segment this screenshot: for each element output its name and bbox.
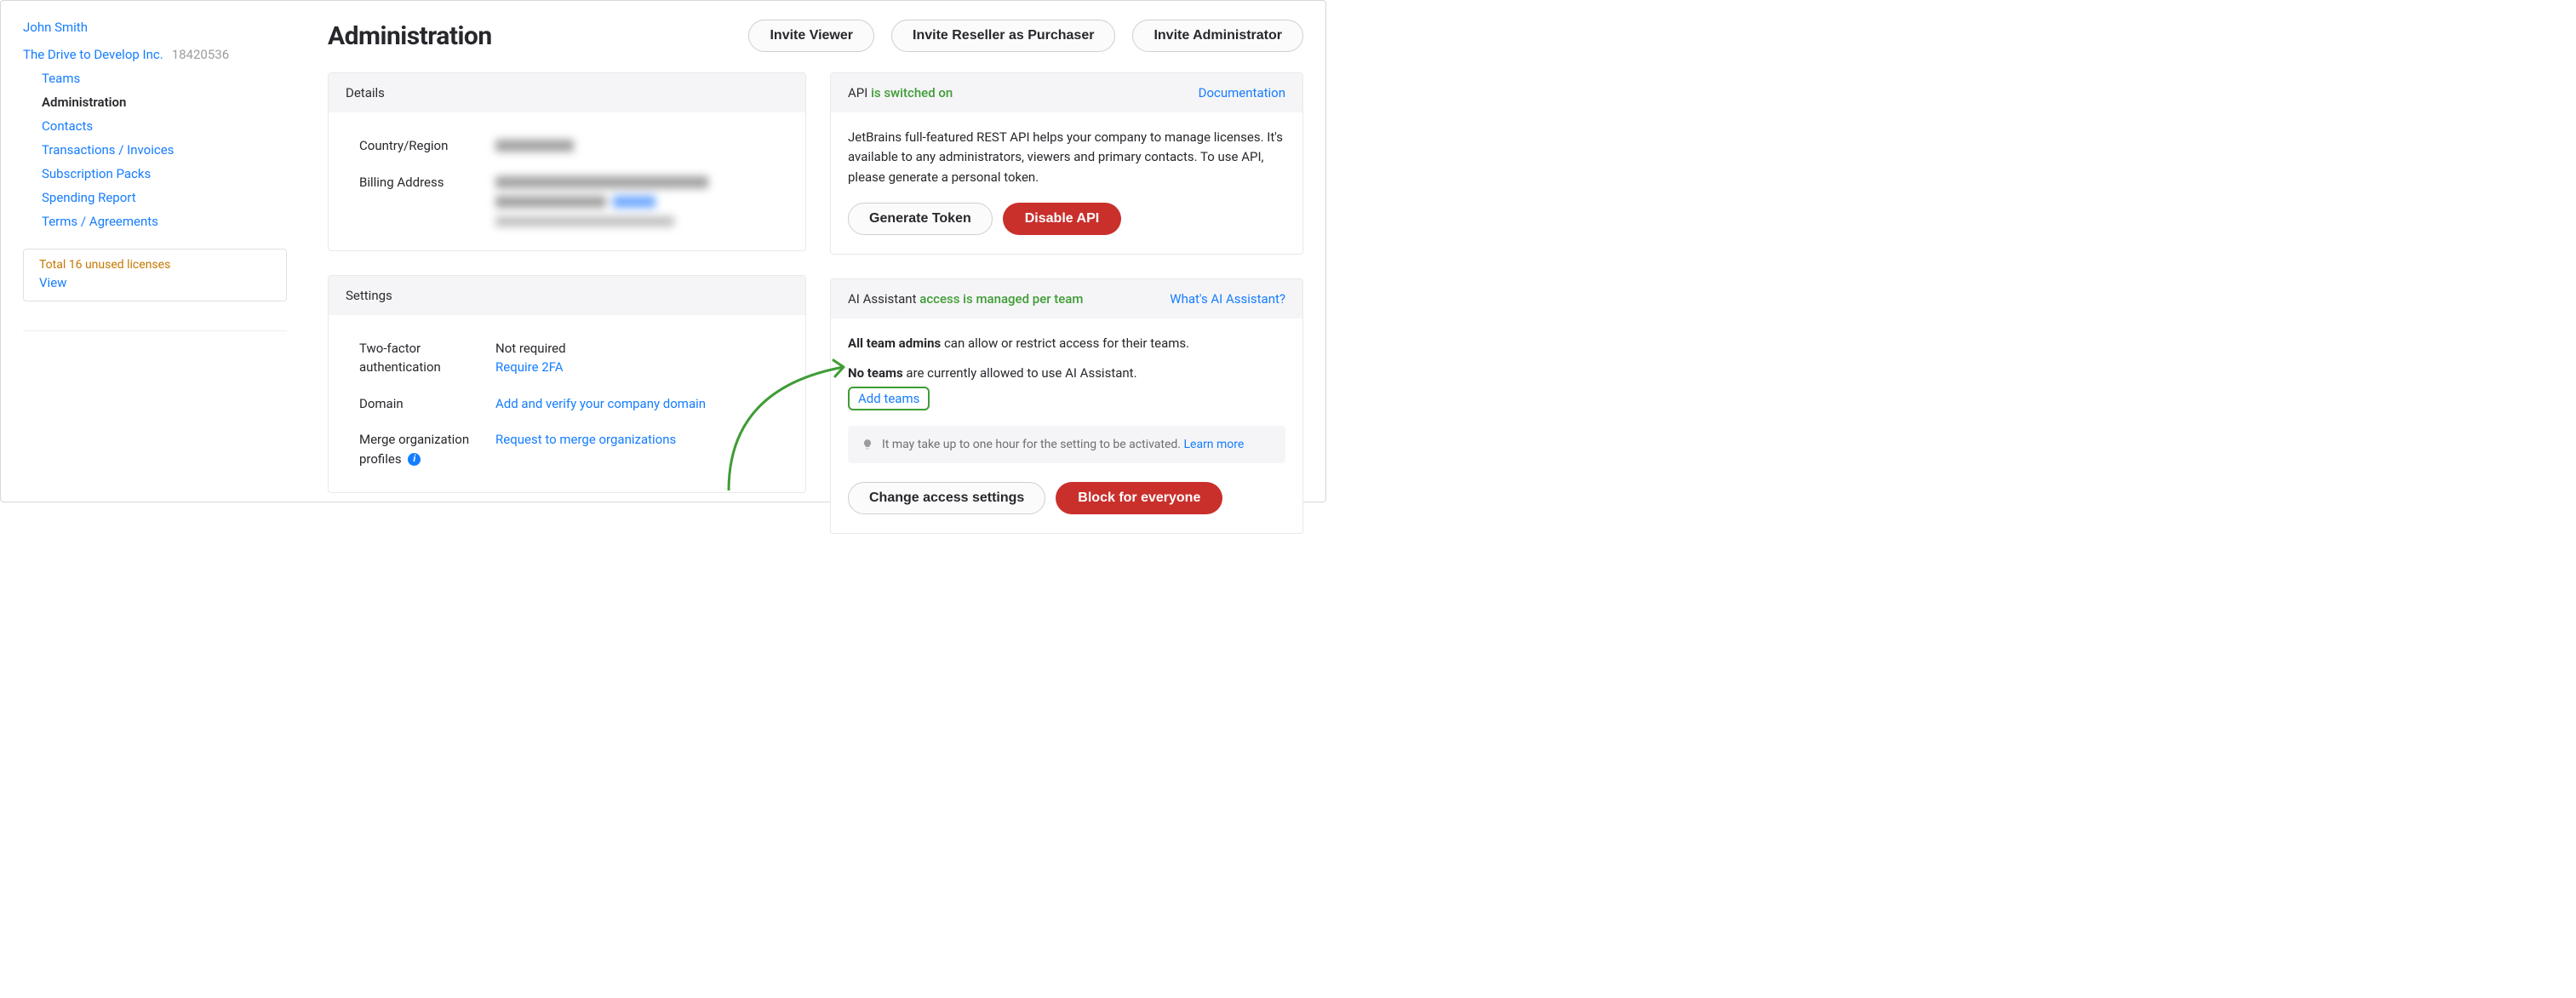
org-id: 18420536 xyxy=(172,47,229,62)
invite-viewer-button[interactable]: Invite Viewer xyxy=(748,20,874,52)
domain-label: Domain xyxy=(359,394,478,414)
whats-ai-assistant-link[interactable]: What's AI Assistant? xyxy=(1170,291,1285,307)
twofa-label: Two-factor authentication xyxy=(359,339,478,377)
api-card-header: API is switched on Documentation xyxy=(831,73,1302,112)
change-access-settings-button[interactable]: Change access settings xyxy=(848,482,1045,514)
api-documentation-link[interactable]: Documentation xyxy=(1199,85,1285,100)
add-teams-highlight: Add teams xyxy=(848,387,930,410)
sidebar-item-spending-report[interactable]: Spending Report xyxy=(42,192,287,204)
settings-card: Settings Two-factor authentication Not r… xyxy=(328,275,806,494)
twofa-value: Not required Require 2FA xyxy=(495,339,775,377)
user-link[interactable]: John Smith xyxy=(23,20,287,35)
ai-info-text: It may take up to one hour for the setti… xyxy=(882,438,1244,451)
org-row: The Drive to Develop Inc. 18420536 xyxy=(23,47,287,62)
details-card-header: Details xyxy=(329,73,805,112)
info-icon[interactable]: i xyxy=(408,453,421,466)
merge-label: Merge organization profiles i xyxy=(359,430,478,468)
api-description: JetBrains full-featured REST API helps y… xyxy=(831,112,1302,187)
settings-card-header: Settings xyxy=(329,276,805,315)
merge-organizations-link[interactable]: Request to merge organizations xyxy=(495,432,676,447)
merge-row: Merge organization profiles i Request to… xyxy=(359,422,775,477)
main: Administration Invite Viewer Invite Rese… xyxy=(328,20,1303,534)
ai-buttons: Change access settings Block for everyon… xyxy=(848,482,1285,514)
header-buttons: Invite Viewer Invite Reseller as Purchas… xyxy=(748,20,1303,52)
country-value xyxy=(495,136,775,156)
ai-assistant-card: AI Assistant access is managed per team … xyxy=(830,278,1303,535)
sidebar-item-subscription-packs[interactable]: Subscription Packs xyxy=(42,168,287,181)
left-column: Details Country/Region Billing Address xyxy=(328,72,806,534)
org-link[interactable]: The Drive to Develop Inc. xyxy=(23,47,163,62)
twofa-row: Two-factor authentication Not required R… xyxy=(359,330,775,386)
ai-line-1: All team admins can allow or restrict ac… xyxy=(848,334,1285,353)
api-card: API is switched on Documentation JetBrai… xyxy=(830,72,1303,255)
sidebar-item-transactions[interactable]: Transactions / Invoices xyxy=(42,144,287,157)
settings-card-body: Two-factor authentication Not required R… xyxy=(329,315,805,493)
add-teams-link[interactable]: Add teams xyxy=(858,391,919,406)
settings-title: Settings xyxy=(346,288,392,303)
ai-card-header: AI Assistant access is managed per team … xyxy=(831,279,1302,318)
disable-api-button[interactable]: Disable API xyxy=(1003,203,1121,235)
invite-reseller-button[interactable]: Invite Reseller as Purchaser xyxy=(891,20,1115,52)
unused-licenses-card: Total 16 unused licenses View xyxy=(23,249,287,301)
sidebar-divider xyxy=(23,330,287,331)
learn-more-link[interactable]: Learn more xyxy=(1183,438,1244,451)
sidebar-item-administration[interactable]: Administration xyxy=(42,96,287,109)
ai-line-2: No teams are currently allowed to use AI… xyxy=(848,364,1285,383)
details-card: Details Country/Region Billing Address xyxy=(328,72,806,251)
sidebar-nav: Teams Administration Contacts Transactio… xyxy=(23,72,287,228)
header-row: Administration Invite Viewer Invite Rese… xyxy=(328,20,1303,52)
ai-title: AI Assistant access is managed per team xyxy=(848,291,1083,307)
sidebar-item-terms[interactable]: Terms / Agreements xyxy=(42,215,287,228)
api-title: API is switched on xyxy=(848,85,953,100)
page-title: Administration xyxy=(328,21,492,51)
unused-licenses-text: Total 16 unused licenses xyxy=(39,258,271,272)
sidebar: John Smith The Drive to Develop Inc. 184… xyxy=(23,20,287,534)
ai-card-body: All team admins can allow or restrict ac… xyxy=(831,318,1302,534)
billing-value xyxy=(495,173,775,227)
details-card-body: Country/Region Billing Address xyxy=(329,112,805,250)
lightbulb-icon xyxy=(862,439,873,450)
billing-row: Billing Address xyxy=(359,164,775,235)
right-column: API is switched on Documentation JetBrai… xyxy=(830,72,1303,534)
country-label: Country/Region xyxy=(359,136,478,156)
cards-row: Details Country/Region Billing Address xyxy=(328,72,1303,534)
twofa-status: Not required xyxy=(495,339,775,358)
sidebar-item-contacts[interactable]: Contacts xyxy=(42,120,287,133)
ai-info-box: It may take up to one hour for the setti… xyxy=(848,426,1285,463)
country-row: Country/Region xyxy=(359,128,775,164)
view-licenses-link[interactable]: View xyxy=(39,275,66,290)
billing-label: Billing Address xyxy=(359,173,478,227)
invite-admin-button[interactable]: Invite Administrator xyxy=(1132,20,1303,52)
require-2fa-link[interactable]: Require 2FA xyxy=(495,359,564,375)
block-for-everyone-button[interactable]: Block for everyone xyxy=(1056,482,1222,514)
domain-row: Domain Add and verify your company domai… xyxy=(359,386,775,422)
api-buttons: Generate Token Disable API xyxy=(831,203,1302,254)
details-title: Details xyxy=(346,85,385,100)
generate-token-button[interactable]: Generate Token xyxy=(848,203,993,235)
sidebar-item-teams[interactable]: Teams xyxy=(42,72,287,85)
add-domain-link[interactable]: Add and verify your company domain xyxy=(495,396,706,411)
